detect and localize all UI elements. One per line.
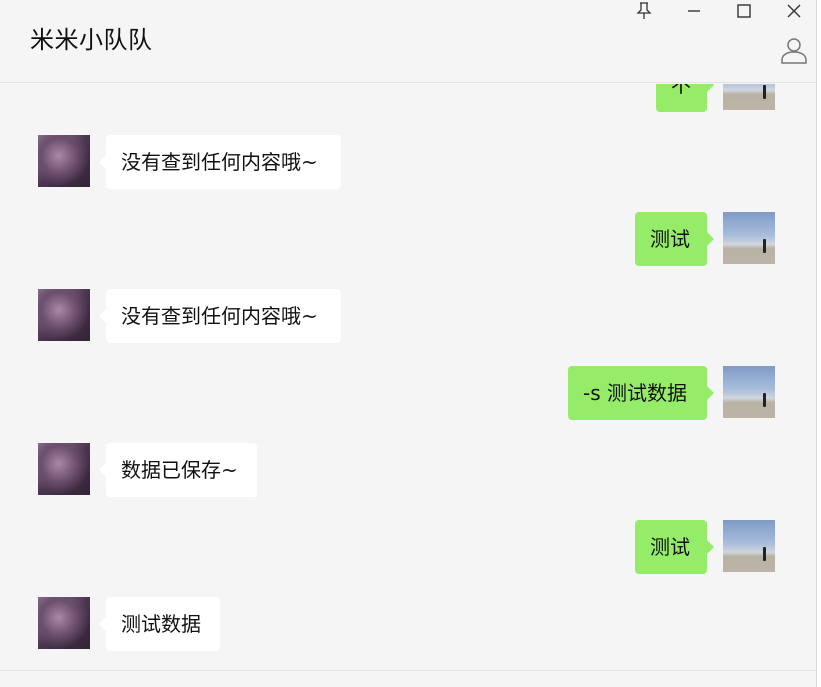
chat-window: 米米小队队 不 没有查到任何内容哦~ 测试 没有查到任何内容哦~ -s 测试数据…: [0, 0, 821, 687]
pin-button[interactable]: [624, 0, 664, 22]
message-bubble[interactable]: -s 测试数据: [568, 366, 714, 420]
pin-icon: [636, 2, 652, 19]
user-avatar[interactable]: [723, 84, 775, 110]
window-edge: [816, 0, 821, 687]
user-avatar[interactable]: [723, 520, 775, 572]
close-button[interactable]: [774, 0, 814, 22]
message-bubble[interactable]: 没有查到任何内容哦~: [99, 289, 341, 343]
user-avatar[interactable]: [723, 212, 775, 264]
user-avatar[interactable]: [723, 366, 775, 418]
composer-divider: [0, 670, 816, 671]
message-bubble[interactable]: 数据已保存~: [99, 443, 257, 497]
bot-avatar[interactable]: [38, 443, 90, 495]
bot-avatar[interactable]: [38, 597, 90, 649]
minimize-icon: [688, 10, 700, 12]
message-bubble[interactable]: 测试: [635, 212, 714, 266]
chat-info-button[interactable]: [778, 34, 810, 66]
message-bubble[interactable]: 测试: [635, 520, 714, 574]
bot-avatar[interactable]: [38, 289, 90, 341]
close-icon: [787, 4, 801, 18]
message-list[interactable]: 不 没有查到任何内容哦~ 测试 没有查到任何内容哦~ -s 测试数据 数据已保存…: [0, 84, 816, 670]
message-bubble[interactable]: 不: [656, 84, 714, 112]
bot-avatar[interactable]: [38, 135, 90, 187]
profile-icon: [781, 38, 807, 64]
maximize-button[interactable]: [724, 0, 764, 22]
title-bar: 米米小队队: [0, 0, 816, 83]
minimize-button[interactable]: [674, 0, 714, 22]
maximize-icon: [737, 4, 751, 18]
message-bubble[interactable]: 测试数据: [99, 597, 220, 651]
message-bubble[interactable]: 没有查到任何内容哦~: [99, 135, 341, 189]
chat-title: 米米小队队: [30, 26, 153, 54]
